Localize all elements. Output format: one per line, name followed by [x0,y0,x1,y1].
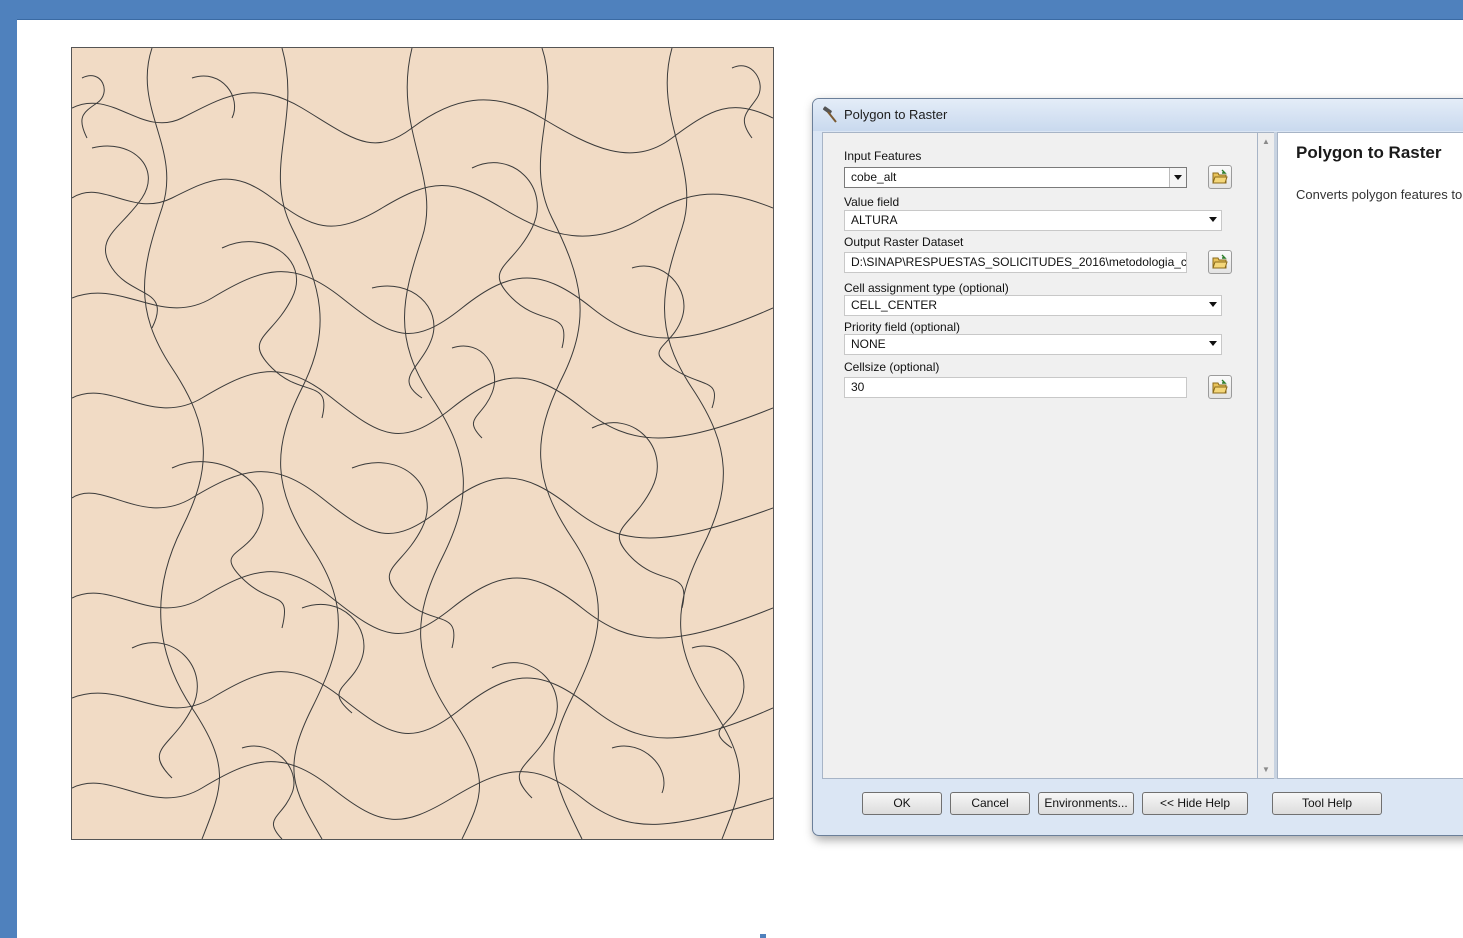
title-bar[interactable]: Polygon to Raster [813,99,1463,131]
chevron-down-icon[interactable] [1209,302,1217,307]
input-features-label: Input Features [844,149,922,163]
cellsize-label: Cellsize (optional) [844,360,940,374]
browse-input-features-button[interactable] [1208,165,1232,189]
parameters-scrollbar[interactable]: ▲ ▼ [1258,132,1274,779]
priority-field-value: NONE [851,337,886,351]
frame-marker [760,934,766,938]
browse-output-raster-button[interactable] [1208,250,1232,274]
value-field-dropdown[interactable]: ALTURA [844,210,1222,231]
input-features-value: cobe_alt [851,170,897,184]
frame-edge [17,19,1463,20]
priority-field-dropdown[interactable]: NONE [844,334,1222,355]
cellsize-input[interactable]: 30 [844,377,1187,398]
cellsize-value: 30 [851,380,865,394]
parameters-pane: Input Features cobe_alt Value field ALTU… [822,132,1258,779]
browse-cellsize-button[interactable] [1208,375,1232,399]
ok-button[interactable]: OK [862,792,942,815]
chevron-down-icon[interactable] [1209,341,1217,346]
value-field-label: Value field [844,195,900,209]
chevron-down-icon[interactable] [1169,168,1186,187]
priority-field-label: Priority field (optional) [844,320,961,334]
input-features-combo[interactable]: cobe_alt [844,167,1187,188]
document-frame-top [0,0,1463,19]
output-raster-value: D:\SINAP\RESPUESTAS_SOLICITUDES_2016\met… [851,255,1187,269]
scroll-up-icon[interactable]: ▲ [1262,137,1270,146]
cell-assignment-label: Cell assignment type (optional) [844,281,1009,295]
cancel-button[interactable]: Cancel [950,792,1030,815]
environments-button[interactable]: Environments... [1038,792,1134,815]
help-pane: Polygon to Raster Converts polygon featu… [1277,132,1463,779]
hide-help-button[interactable]: << Hide Help [1142,792,1248,815]
help-title: Polygon to Raster [1296,143,1442,162]
polygon-to-raster-dialog: Polygon to Raster Input Features cobe_al… [812,98,1463,836]
chevron-down-icon[interactable] [1209,217,1217,222]
cell-assignment-value: CELL_CENTER [851,298,938,312]
value-field-value: ALTURA [851,213,898,227]
open-folder-icon [1212,379,1228,394]
cell-assignment-dropdown[interactable]: CELL_CENTER [844,295,1222,316]
dialog-title: Polygon to Raster [844,107,948,122]
polygon-boundaries [72,48,773,839]
polygon-map [71,47,774,840]
tool-help-button[interactable]: Tool Help [1272,792,1382,815]
scroll-down-icon[interactable]: ▼ [1262,765,1270,774]
output-raster-input[interactable]: D:\SINAP\RESPUESTAS_SOLICITUDES_2016\met… [844,252,1187,273]
open-folder-icon [1212,254,1228,269]
hammer-icon [820,105,840,125]
document-frame-left [0,0,17,938]
help-description: Converts polygon features to a [1296,187,1463,202]
open-folder-icon [1212,169,1228,184]
output-raster-label: Output Raster Dataset [844,235,964,249]
